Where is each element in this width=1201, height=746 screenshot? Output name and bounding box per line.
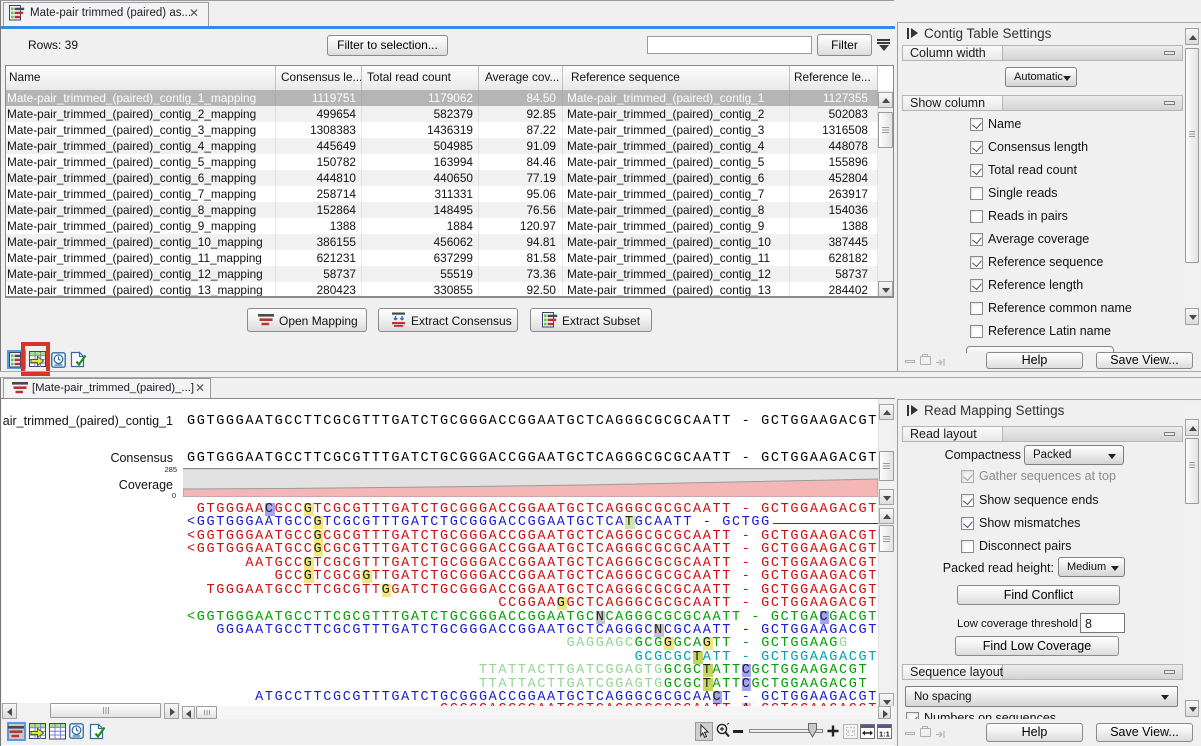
svg-text:1:1: 1:1 (879, 730, 890, 739)
